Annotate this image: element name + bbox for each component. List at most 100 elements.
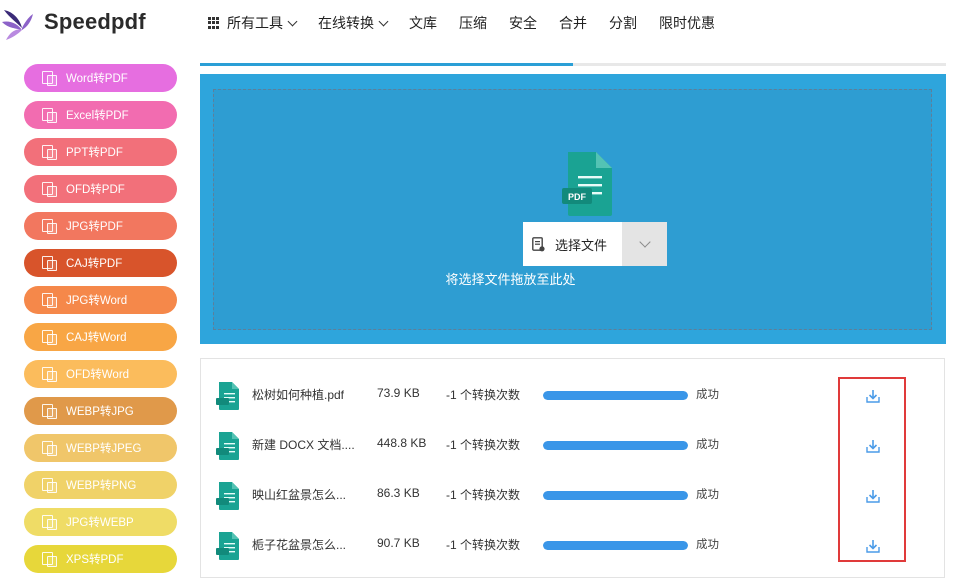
sidebar-item-4[interactable]: JPG转PDF xyxy=(24,212,177,240)
upload-dropzone[interactable]: PDF 选择文件 将选择文件拖放至此处 xyxy=(200,74,946,344)
file-status: 成功 xyxy=(696,389,719,401)
convert-icon xyxy=(42,367,57,382)
nav-item-4[interactable]: 安全 xyxy=(509,13,537,33)
choose-file-button[interactable]: 选择文件 xyxy=(523,222,622,266)
sidebar-item-0[interactable]: Word转PDF xyxy=(24,64,177,92)
convert-icon xyxy=(42,182,57,197)
file-progress-bar xyxy=(543,441,688,450)
sidebar-item-11[interactable]: WEBP转PNG xyxy=(24,471,177,499)
sidebar-item-1[interactable]: Excel转PDF xyxy=(24,101,177,129)
nav-item-5[interactable]: 合并 xyxy=(559,13,587,33)
upload-dropzone-border[interactable]: PDF 选择文件 将选择文件拖放至此处 xyxy=(213,89,932,330)
sidebar-item-label: PPT转PDF xyxy=(66,147,123,159)
choose-source-dropdown[interactable] xyxy=(622,222,667,266)
grid-icon xyxy=(208,17,220,29)
file-size: 448.8 KB xyxy=(377,436,427,450)
upload-progress-fill xyxy=(200,63,573,66)
nav-item-0[interactable]: 所有工具 xyxy=(208,13,298,33)
sidebar-item-7[interactable]: CAJ转Word xyxy=(24,323,177,351)
nav-item-1[interactable]: 在线转换 xyxy=(318,13,389,33)
conversion-count: -1 个转换次数 xyxy=(446,388,521,402)
chevron-down-icon xyxy=(378,16,389,26)
sidebar-item-label: XPS转PDF xyxy=(66,554,124,566)
file-row: 新建 DOCX 文档.... 448.8 KB -1 个转换次数 成功 xyxy=(201,423,946,473)
file-status: 成功 xyxy=(696,539,719,551)
convert-icon xyxy=(42,515,57,530)
convert-icon xyxy=(42,219,57,234)
file-progress-bar xyxy=(543,491,688,500)
nav-item-3[interactable]: 压缩 xyxy=(459,13,487,33)
sidebar-item-label: WEBP转JPG xyxy=(66,406,134,418)
nav-item-label: 分割 xyxy=(609,15,637,31)
sidebar-item-9[interactable]: WEBP转JPG xyxy=(24,397,177,425)
convert-icon xyxy=(42,441,57,456)
header: Speedpdf 所有工具 在线转换 文库 压缩 安全 合并 分割 限时优惠 xyxy=(0,0,955,46)
sidebar-item-13[interactable]: XPS转PDF xyxy=(24,545,177,573)
file-row: 映山红盆景怎么... 86.3 KB -1 个转换次数 成功 xyxy=(201,473,946,523)
sidebar-item-3[interactable]: OFD转PDF xyxy=(24,175,177,203)
file-name: 栀子花盆景怎么... xyxy=(252,538,347,552)
file-progress-fill xyxy=(543,541,688,550)
file-name: 新建 DOCX 文档.... xyxy=(252,438,355,452)
sidebar-item-label: WEBP转PNG xyxy=(66,480,137,492)
nav-item-label: 合并 xyxy=(559,15,587,31)
top-nav: 所有工具 在线转换 文库 压缩 安全 合并 分割 限时优惠 xyxy=(208,13,737,33)
nav-item-label: 所有工具 xyxy=(227,15,283,31)
speedpdf-logo-icon xyxy=(2,10,33,40)
convert-icon xyxy=(42,108,57,123)
nav-item-label: 在线转换 xyxy=(318,15,374,31)
convert-icon xyxy=(42,293,57,308)
sidebar-item-label: Excel转PDF xyxy=(66,110,129,122)
file-size: 73.9 KB xyxy=(377,386,420,400)
file-progress-fill xyxy=(543,441,688,450)
sidebar-item-10[interactable]: WEBP转JPEG xyxy=(24,434,177,462)
conversion-count: -1 个转换次数 xyxy=(446,438,521,452)
file-size: 90.7 KB xyxy=(377,536,420,550)
convert-icon xyxy=(42,478,57,493)
nav-item-label: 限时优惠 xyxy=(659,15,715,31)
convert-icon xyxy=(42,552,57,567)
sidebar-item-6[interactable]: JPG转Word xyxy=(24,286,177,314)
file-progress-bar xyxy=(543,541,688,550)
file-row: 松树如何种植.pdf 73.9 KB -1 个转换次数 成功 xyxy=(201,373,946,423)
file-list: 松树如何种植.pdf 73.9 KB -1 个转换次数 成功 新建 DOCX 文档...… xyxy=(200,358,945,578)
nav-item-label: 文库 xyxy=(409,15,437,31)
file-progress-fill xyxy=(543,491,688,500)
document-icon xyxy=(532,236,545,251)
convert-icon xyxy=(42,71,57,86)
conversion-count: -1 个转换次数 xyxy=(446,538,521,552)
sidebar-item-label: CAJ转Word xyxy=(66,332,127,344)
tool-sidebar: Word转PDF Excel转PDF PPT转PDF OFD转PDF JPG转PDF CA… xyxy=(24,64,178,582)
nav-item-label: 安全 xyxy=(509,15,537,31)
sidebar-item-label: CAJ转PDF xyxy=(66,258,123,270)
chevron-down-icon xyxy=(638,236,651,248)
pdf-file-icon xyxy=(216,382,239,410)
brand-name: Speedpdf xyxy=(44,9,146,34)
file-progress-fill xyxy=(543,391,688,400)
svg-text:PDF: PDF xyxy=(568,192,587,202)
pdf-file-icon xyxy=(216,432,239,460)
download-icon[interactable] xyxy=(865,488,881,504)
pdf-file-icon xyxy=(216,482,239,510)
convert-icon xyxy=(42,145,57,160)
sidebar-item-8[interactable]: OFD转Word xyxy=(24,360,177,388)
sidebar-item-2[interactable]: PPT转PDF xyxy=(24,138,177,166)
download-icon[interactable] xyxy=(865,388,881,404)
nav-item-2[interactable]: 文库 xyxy=(409,13,437,33)
sidebar-item-label: WEBP转JPEG xyxy=(66,443,142,455)
nav-item-6[interactable]: 分割 xyxy=(609,13,637,33)
sidebar-item-label: Word转PDF xyxy=(66,73,128,85)
sidebar-item-label: JPG转WEBP xyxy=(66,517,134,529)
chevron-down-icon xyxy=(287,16,298,26)
nav-item-7[interactable]: 限时优惠 xyxy=(659,13,715,33)
sidebar-item-label: OFD转PDF xyxy=(66,184,125,196)
choose-file-label: 选择文件 xyxy=(555,237,608,253)
nav-item-label: 压缩 xyxy=(459,15,487,31)
sidebar-item-label: OFD转Word xyxy=(66,369,130,381)
download-icon[interactable] xyxy=(865,538,881,554)
choose-file-button-group: 选择文件 xyxy=(523,222,667,266)
download-icon[interactable] xyxy=(865,438,881,454)
sidebar-item-12[interactable]: JPG转WEBP xyxy=(24,508,177,536)
upload-progress-track xyxy=(200,63,946,66)
file-progress-bar xyxy=(543,391,688,400)
